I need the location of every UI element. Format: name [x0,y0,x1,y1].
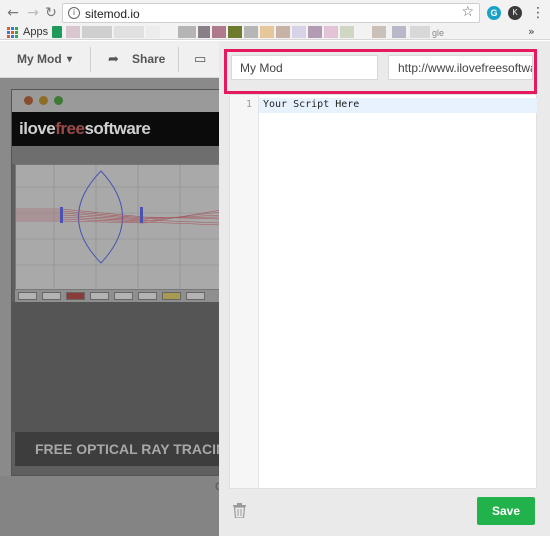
blurred-bookmark[interactable] [340,26,354,38]
blurred-bookmark[interactable] [372,26,386,38]
blurred-bookmark[interactable] [260,26,274,38]
mod-select-label[interactable]: My Mod [17,41,62,78]
preview-bottom-bar: C [0,476,223,536]
blurred-bookmark[interactable] [82,26,112,38]
toolbar-divider [90,47,91,72]
info-icon[interactable]: i [68,7,80,19]
preview-gap [12,146,220,164]
toolbar-tool-icon [114,292,133,300]
preview-dark-area [12,302,220,432]
blurred-bookmark[interactable] [324,26,338,38]
logo-part-ilove: ilove [19,119,56,138]
site-logo: ilovefreesoftware [12,112,220,146]
apps-grid-icon[interactable] [7,27,18,38]
site-preview-window: ilovefreesoftware FREE OPTICAL RAY TRACI [11,89,222,476]
blurred-bookmark[interactable] [392,26,406,38]
blurred-bookmark[interactable] [292,26,306,38]
maximize-dot-icon [54,96,63,105]
toolbar-tool-icon [186,292,205,300]
close-dot-icon [24,96,33,105]
blurred-bookmark[interactable] [244,26,258,38]
grammarly-extension-icon[interactable]: G [487,6,501,20]
sheets-bookmark-icon[interactable] [52,26,62,38]
blurred-bookmark[interactable] [228,26,242,38]
browser-menu-icon[interactable]: ⋮ [531,4,545,22]
script-editor[interactable]: 1 Your Script Here [229,94,537,489]
share-icon[interactable]: ➦ [108,41,119,78]
blurred-bookmark[interactable] [212,26,226,38]
back-icon[interactable]: ← [4,4,22,22]
preview-icon-toolbar [15,290,220,302]
blurred-bookmark[interactable] [276,26,290,38]
toolbar-tool-icon [90,292,109,300]
trash-icon[interactable] [233,503,246,518]
bookmark-star-icon[interactable]: ☆ [461,4,474,20]
preview-caption: FREE OPTICAL RAY TRACING SO [15,432,220,466]
toolbar-tool-icon [66,292,85,300]
line-gutter: 1 [230,95,259,488]
mod-name-input[interactable] [231,55,378,80]
reload-icon[interactable]: ↻ [42,4,60,22]
ray-tracing-image [15,164,222,291]
chevron-down-icon[interactable]: ▾ [67,41,72,78]
forward-icon[interactable]: → [24,4,42,22]
bookmarks-overflow-icon[interactable]: » [528,25,535,38]
address-url[interactable]: sitemod.io [85,7,140,21]
line-number: 1 [245,99,252,110]
blurred-bookmark[interactable] [308,26,322,38]
blurred-bookmark[interactable] [66,26,80,38]
logo-part-free: free [55,119,85,138]
toolbar-divider [178,47,179,72]
bookmarks-bar: Apps gle » [0,25,550,40]
blurred-bookmark[interactable] [198,26,210,38]
blurred-bookmark[interactable] [114,26,144,38]
mod-editor-panel: 1 Your Script Here Save [219,41,550,536]
browser-chrome: ← → ↻ i sitemod.io ☆ G K ⋮ Apps gle » [0,0,550,40]
toolbar-tool-icon [42,292,61,300]
blurred-bookmark[interactable] [178,26,196,38]
share-button[interactable]: Share [132,41,165,78]
partial-bookmark-label[interactable]: gle [432,28,444,38]
minimize-dot-icon [39,96,48,105]
toolbar-tool-icon [18,292,37,300]
toolbar-tool-icon [138,292,157,300]
address-bar[interactable]: i sitemod.io ☆ [62,3,480,23]
toolbar-tool-icon [162,292,181,300]
preview-titlebar [12,90,220,112]
device-preview-icon[interactable]: ▭ [194,41,206,78]
save-button[interactable]: Save [477,497,535,525]
lens-diagram [16,165,222,291]
apps-bookmark[interactable]: Apps [23,26,48,38]
blurred-bookmark[interactable] [410,26,430,38]
blurred-bookmark[interactable] [146,26,160,38]
target-url-input[interactable] [388,55,533,80]
script-text[interactable]: Your Script Here [263,99,359,110]
logo-part-software: software [84,119,151,138]
profile-extension-icon[interactable]: K [508,6,522,20]
